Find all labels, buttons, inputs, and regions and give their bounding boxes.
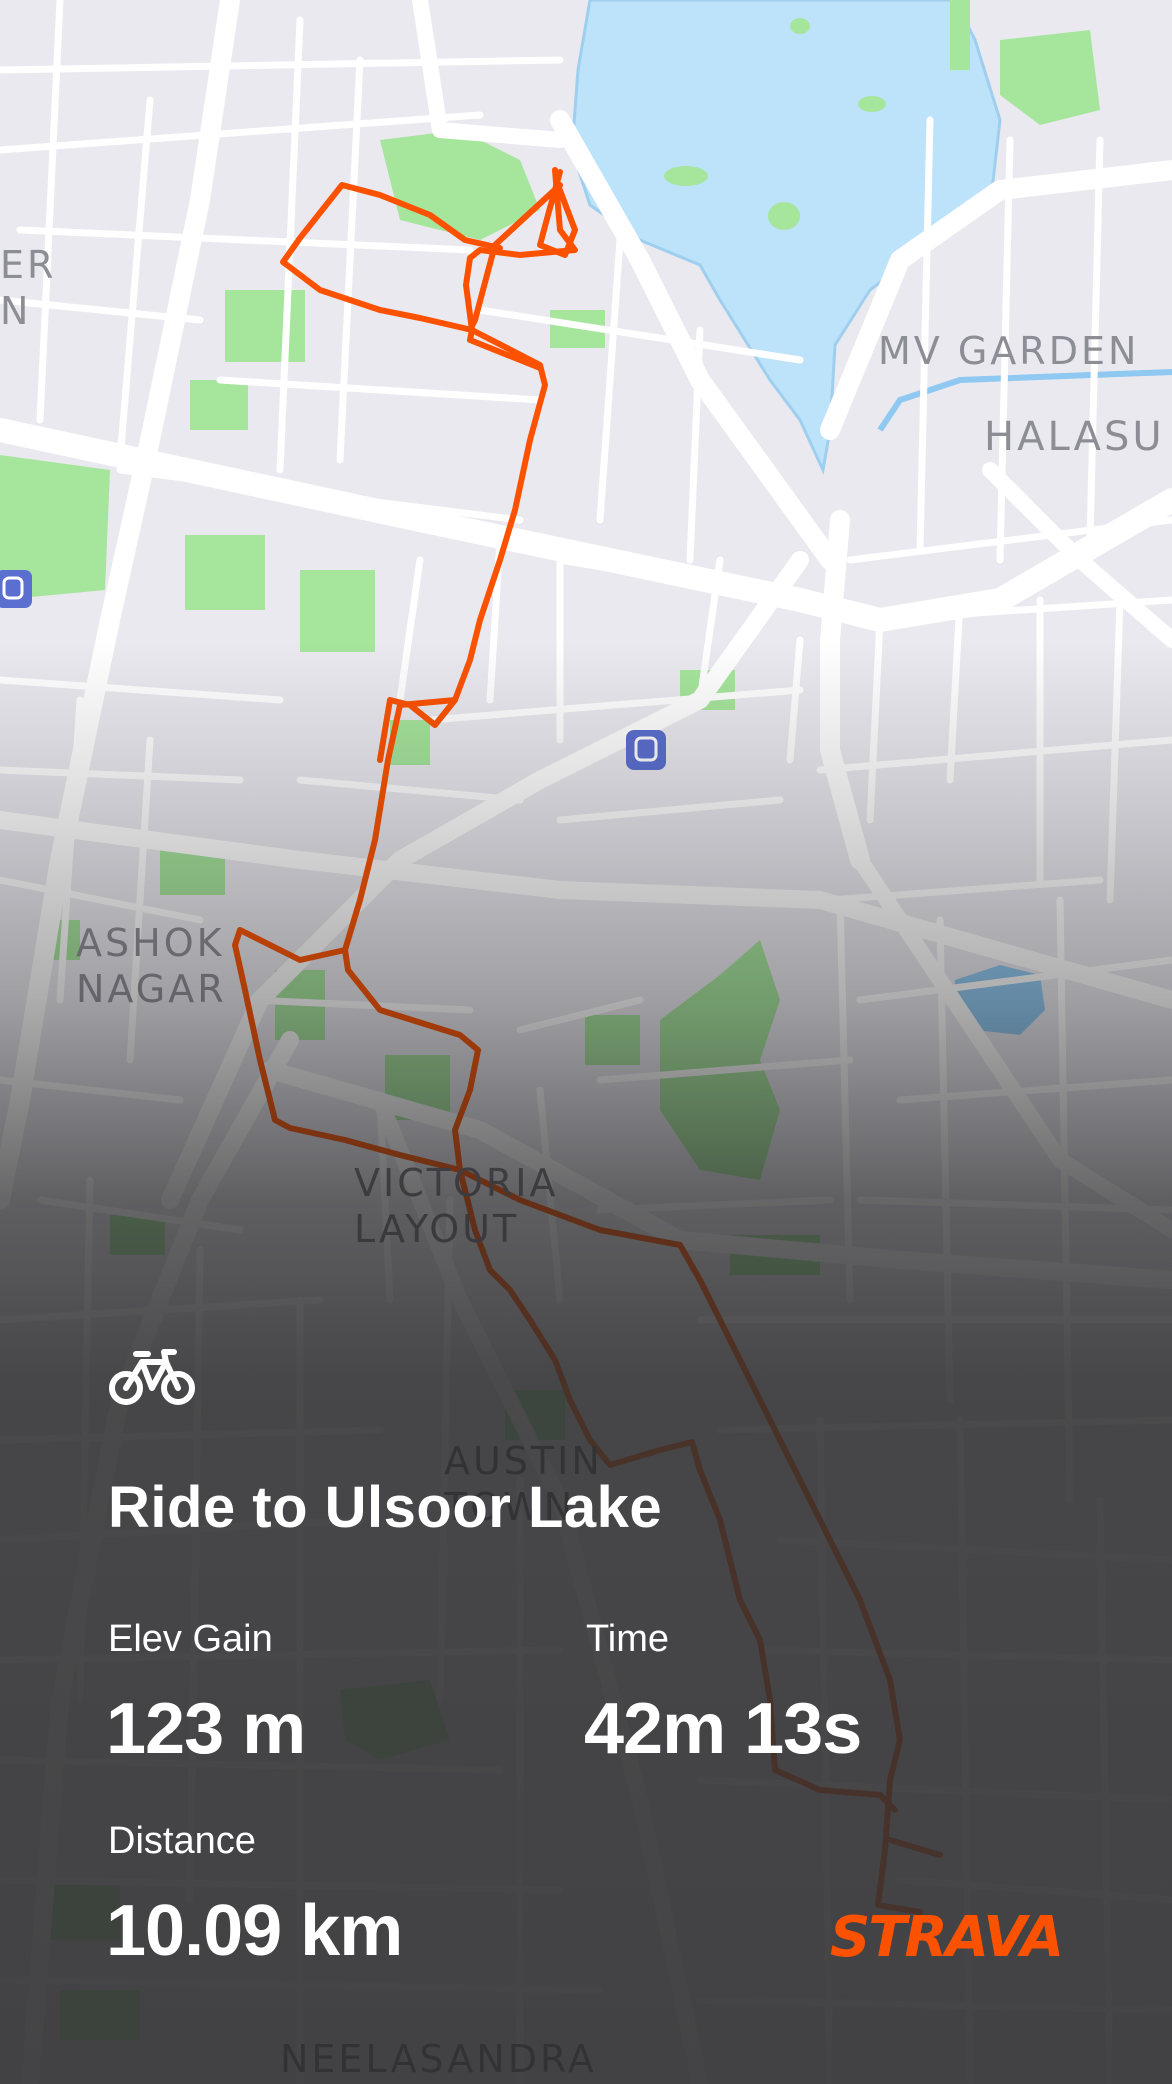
stat-label-distance: Distance <box>108 1820 256 1862</box>
stats-overlay: Ride to Ulsoor Lake Elev Gain 123 m Time… <box>0 0 1172 2084</box>
stat-label-elev-gain: Elev Gain <box>108 1618 273 1660</box>
strava-logo-text: STRAVA <box>830 1906 1060 1962</box>
stat-value-distance: 10.09 km <box>106 1891 403 1971</box>
stat-label-time: Time <box>586 1618 670 1660</box>
strava-logo: STRAVA <box>830 1906 1060 1962</box>
stat-value-time: 42m 13s <box>584 1689 862 1769</box>
activity-title: Ride to Ulsoor Lake <box>108 1475 663 1540</box>
activity-share-card: ER N MV GARDEN HALASU ASHOK NAGAR VICTOR… <box>0 0 1172 2084</box>
stat-value-elev-gain: 123 m <box>106 1689 306 1769</box>
bicycle-icon <box>109 1349 195 1405</box>
